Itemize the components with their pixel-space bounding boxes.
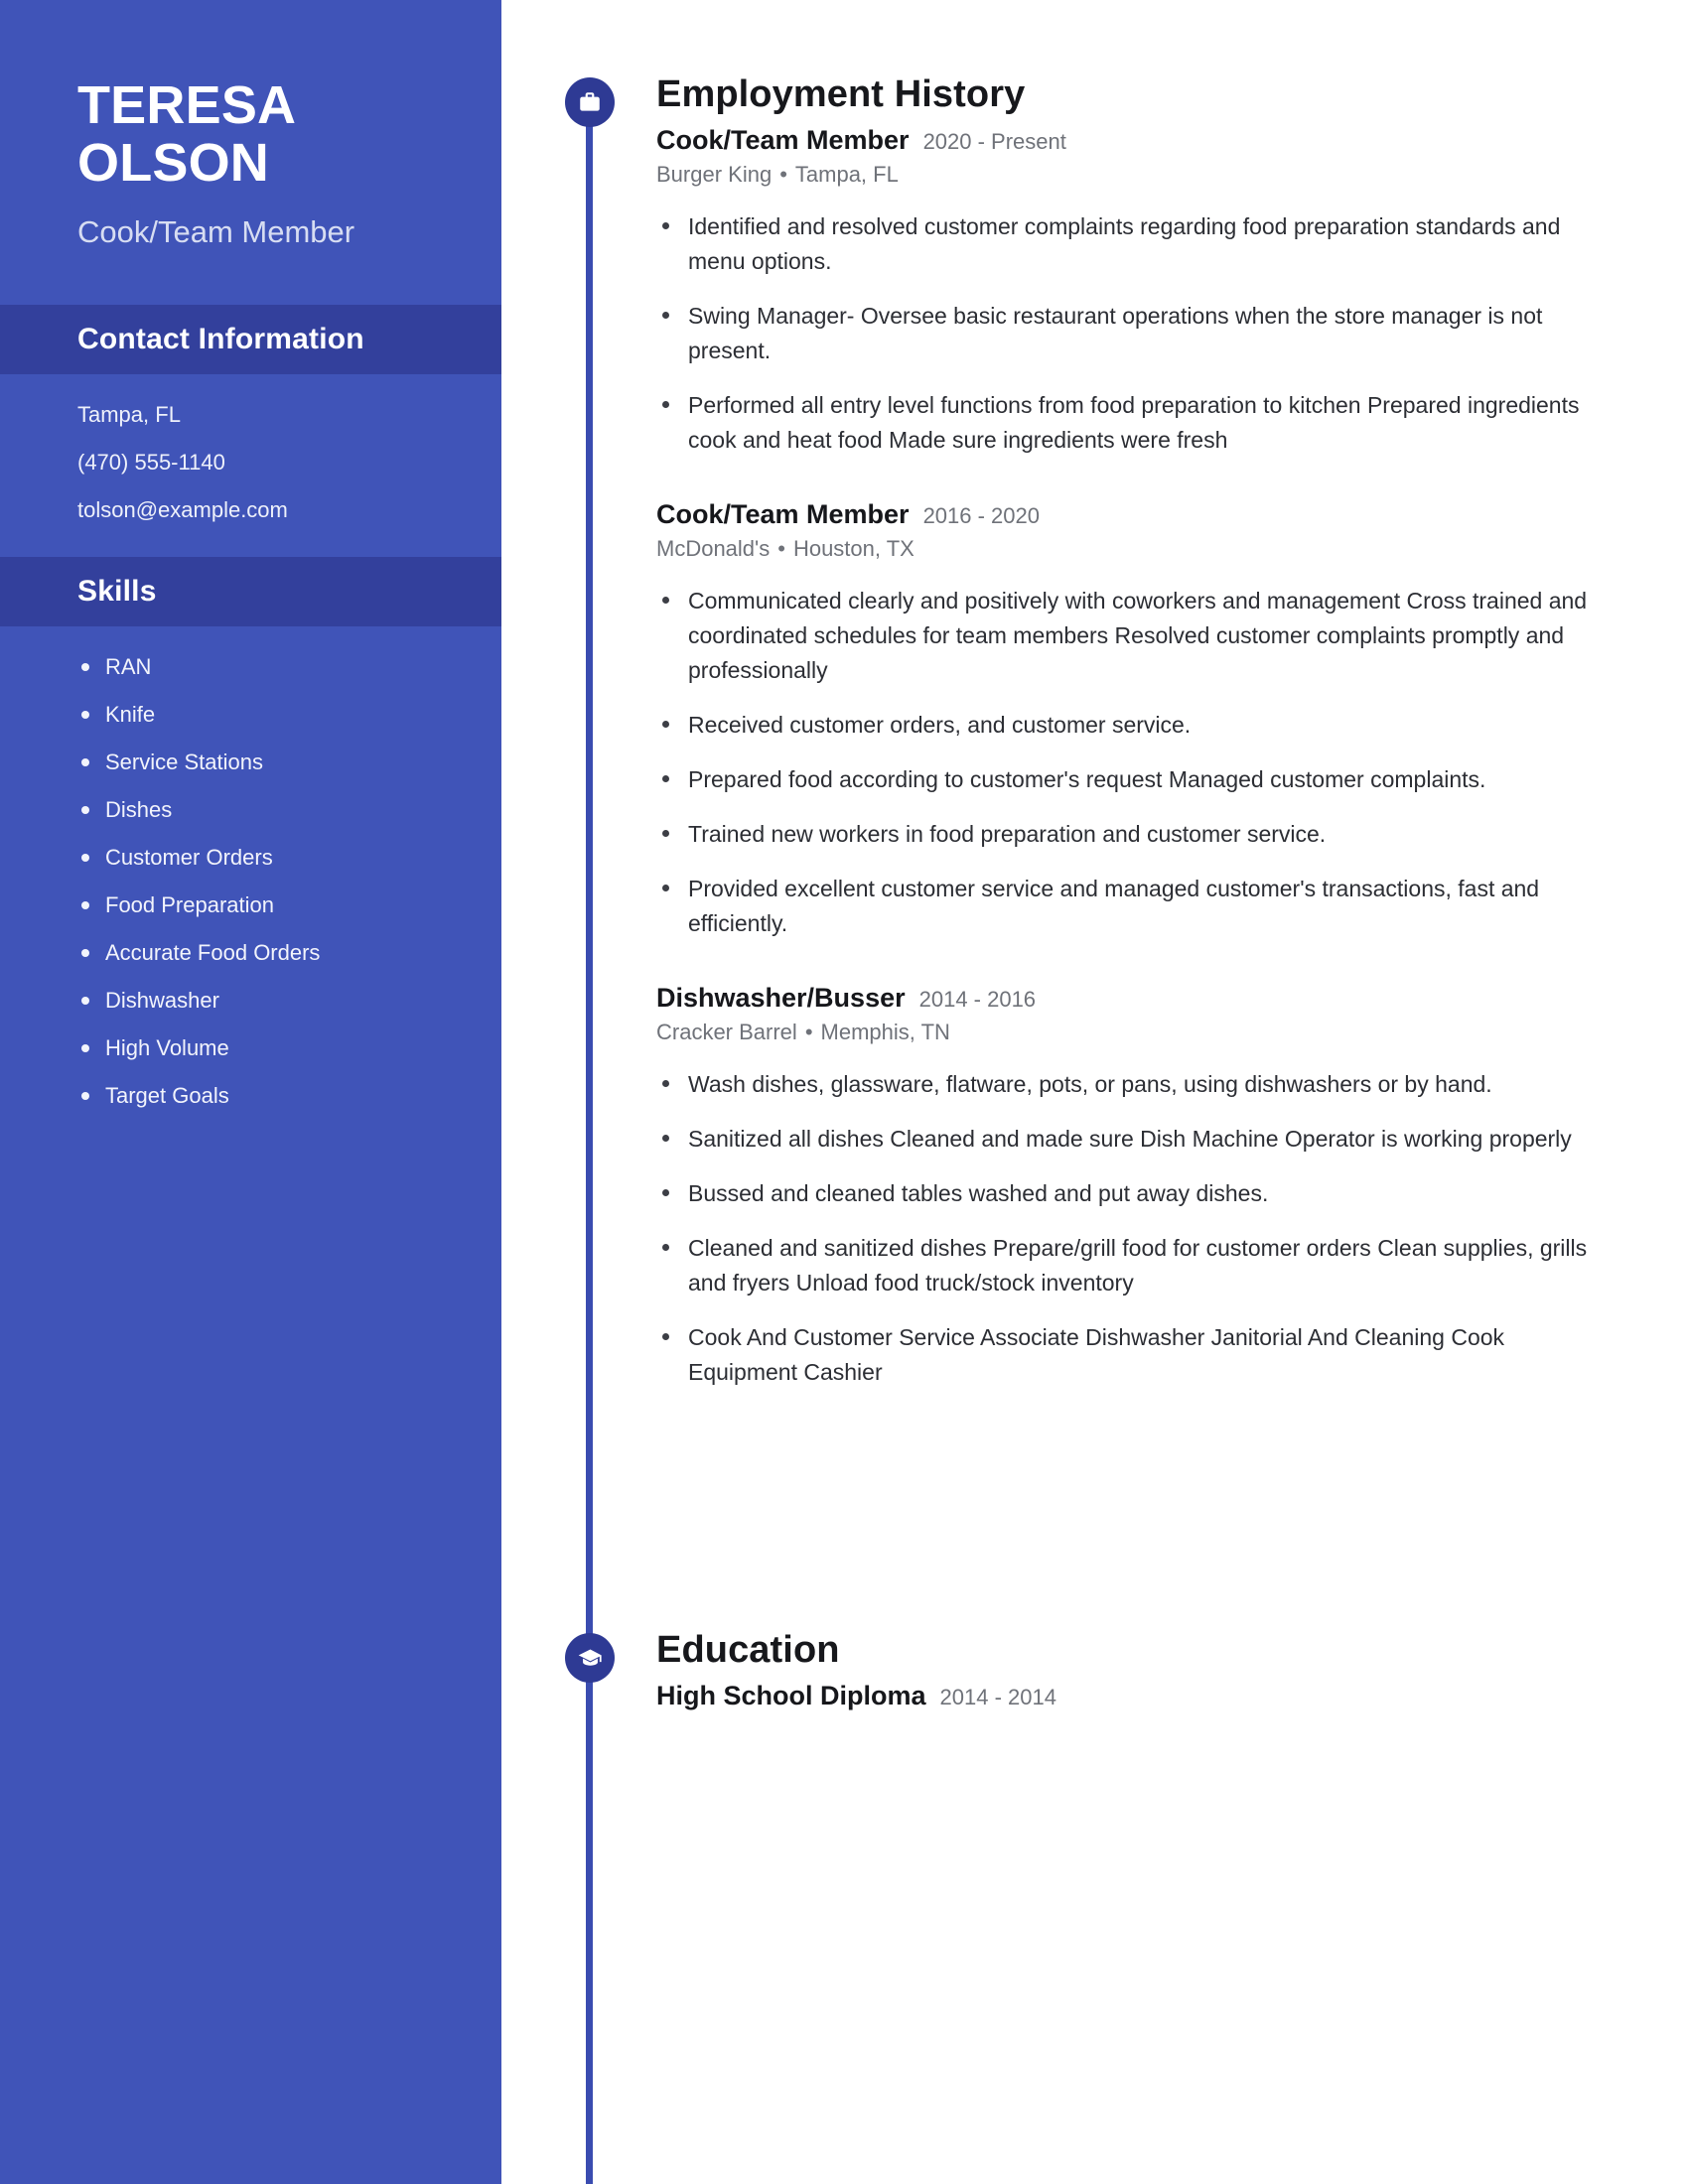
headline-job-title: Cook/Team Member xyxy=(77,213,355,249)
meta-separator-dot: • xyxy=(777,536,785,561)
entry-role: Dishwasher/Busser xyxy=(656,983,906,1013)
skills-list: RAN Knife Service Stations Dishes Customer O… xyxy=(77,656,501,1107)
entry-bullet: Performed all entry level functions from… xyxy=(656,388,1615,458)
entry-header: Cook/Team Member 2020 - Present xyxy=(656,125,1659,156)
skills-heading: Skills xyxy=(77,575,157,609)
entry-bullet: Received customer orders, and customer s… xyxy=(656,708,1615,743)
employment-entry: Cook/Team Member 2016 - 2020 McDonald's • Ho… xyxy=(656,499,1659,961)
first-name: TERESA xyxy=(77,75,297,135)
skill-item: Dishes xyxy=(77,799,501,821)
entry-bullet: Swing Manager- Oversee basic restaurant … xyxy=(656,299,1615,368)
entry-dates: 2020 - Present xyxy=(922,129,1066,154)
entry-role: Cook/Team Member xyxy=(656,125,910,155)
entry-role: Cook/Team Member xyxy=(656,499,910,529)
last-name: OLSON xyxy=(77,132,270,193)
contact-heading: Contact Information xyxy=(77,323,364,356)
contact-section-body: Tampa, FL (470) 555-1140 tolson@example.… xyxy=(0,374,501,521)
entry-header: Cook/Team Member 2016 - 2020 xyxy=(656,499,1659,530)
contact-email[interactable]: tolson@example.com xyxy=(77,499,501,521)
contact-phone[interactable]: (470) 555-1140 xyxy=(77,452,501,474)
skill-item: RAN xyxy=(77,656,501,678)
entry-company-location: McDonald's • Houston, TX xyxy=(656,536,1659,562)
entry-header: Dishwasher/Busser 2014 - 2016 xyxy=(656,983,1659,1014)
entry-company: Burger King xyxy=(656,162,773,187)
entry-bullet: Cook And Customer Service Associate Dish… xyxy=(656,1320,1615,1390)
entry-company: Cracker Barrel xyxy=(656,1020,797,1044)
skill-item: High Volume xyxy=(77,1037,501,1059)
entry-bullet: Communicated clearly and positively with… xyxy=(656,584,1615,688)
entry-dates: 2014 - 2016 xyxy=(918,987,1037,1012)
meta-separator-dot: • xyxy=(804,1020,813,1044)
degree-dates: 2014 - 2014 xyxy=(939,1685,1056,1709)
entry-header: High School Diploma 2014 - 2014 xyxy=(656,1681,1659,1711)
entry-company-location: Burger King • Tampa, FL xyxy=(656,162,1659,188)
entry-bullet: Cleaned and sanitized dishes Prepare/gri… xyxy=(656,1231,1615,1300)
entry-bullet: Identified and resolved customer complai… xyxy=(656,209,1615,279)
skill-item: Food Preparation xyxy=(77,894,501,916)
main-content: Employment History Cook/Team Member 2020 … xyxy=(501,0,1688,2184)
entry-bullet-list: Wash dishes, glassware, flatware, pots, … xyxy=(656,1067,1659,1390)
sidebar: TERESA OLSON Cook/Team Member Contact In… xyxy=(0,0,501,2184)
skill-item: Target Goals xyxy=(77,1085,501,1107)
entry-bullet: Trained new workers in food preparation … xyxy=(656,817,1615,852)
skill-item: Accurate Food Orders xyxy=(77,942,501,964)
resume-page: TERESA OLSON Cook/Team Member Contact In… xyxy=(0,0,1688,2184)
entry-location: Tampa, FL xyxy=(794,162,899,187)
education-heading: Education xyxy=(656,1629,840,1671)
skills-section-body: RAN Knife Service Stations Dishes Customer O… xyxy=(0,626,501,1107)
meta-separator-dot: • xyxy=(779,162,787,187)
skill-item: Service Stations xyxy=(77,751,501,773)
entry-bullet: Prepared food according to customer's re… xyxy=(656,762,1615,797)
degree-name: High School Diploma xyxy=(656,1681,926,1710)
skill-item: Knife xyxy=(77,704,501,726)
entry-bullet: Provided excellent customer service and … xyxy=(656,872,1615,941)
education-entry: High School Diploma 2014 - 2014 xyxy=(656,1681,1659,1717)
entry-bullet-list: Communicated clearly and positively with… xyxy=(656,584,1659,941)
timeline-rail xyxy=(586,119,593,2184)
entry-location: Houston, TX xyxy=(792,536,914,561)
employment-heading: Employment History xyxy=(656,73,1026,115)
skill-item: Dishwasher xyxy=(77,990,501,1012)
skills-section-banner: Skills xyxy=(0,557,501,627)
name-block: TERESA OLSON Cook/Team Member xyxy=(0,0,501,251)
employment-entry: Dishwasher/Busser 2014 - 2016 Cracker Barr… xyxy=(656,983,1659,1410)
contact-location: Tampa, FL xyxy=(77,402,181,428)
entry-bullet-list: Identified and resolved customer complai… xyxy=(656,209,1659,458)
briefcase-icon xyxy=(565,77,615,127)
entry-bullet: Bussed and cleaned tables washed and put… xyxy=(656,1176,1615,1211)
entry-dates: 2016 - 2020 xyxy=(922,503,1040,528)
entry-company-location: Cracker Barrel • Memphis, TN xyxy=(656,1020,1659,1045)
entry-bullet: Sanitized all dishes Cleaned and made su… xyxy=(656,1122,1615,1157)
employment-entry: Cook/Team Member 2020 - Present Burger Kin… xyxy=(656,125,1659,478)
skill-item: Customer Orders xyxy=(77,847,501,869)
entry-bullet: Wash dishes, glassware, flatware, pots, … xyxy=(656,1067,1615,1102)
entry-location: Memphis, TN xyxy=(820,1020,950,1044)
graduation-cap-icon xyxy=(565,1633,615,1683)
entry-company: McDonald's xyxy=(656,536,771,561)
contact-section-banner: Contact Information xyxy=(0,305,501,375)
